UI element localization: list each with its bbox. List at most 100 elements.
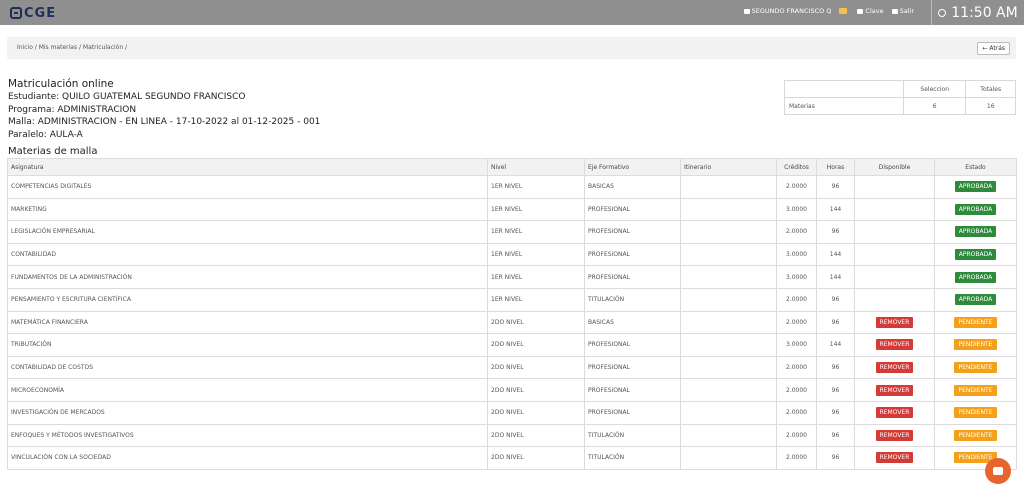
hours: 96 xyxy=(816,446,855,470)
level: 1ER NIVEL xyxy=(487,175,585,199)
breadcrumb[interactable]: Inicio / Mis materias / Matriculación / xyxy=(17,44,127,51)
status-badge: APROBADA xyxy=(954,294,997,306)
column-header: Eje Formativo xyxy=(584,158,681,176)
status-badge: APROBADA xyxy=(954,181,997,193)
disponible-cell: REMOVER xyxy=(854,446,935,470)
clave-link[interactable]: Clave xyxy=(857,7,884,15)
key-icon xyxy=(857,8,864,14)
status-cell: APROBADA xyxy=(934,220,1017,244)
breadcrumb-bar: Inicio / Mis materias / Matriculación / … xyxy=(7,37,1016,59)
power-icon xyxy=(891,8,898,14)
back-button[interactable]: ← Atrás xyxy=(977,42,1010,55)
hours: 96 xyxy=(816,378,855,402)
formative-axis: PROFESIONAL xyxy=(584,355,681,380)
logo[interactable]: CGE xyxy=(10,5,56,21)
table-header: Asignatura Nivel Eje Formativo Itinerario Cr… xyxy=(7,158,1017,176)
credits: 3.0000 xyxy=(776,265,817,289)
disponible-cell xyxy=(854,175,935,199)
table-row: VINCULACIÓN CON LA SOCIEDAD 2DO NIVEL TITU… xyxy=(7,446,1017,470)
clock-icon xyxy=(938,8,947,17)
disponible-cell: REMOVER xyxy=(854,423,935,448)
summary-table: Seleccion Totales Materias 6 16 xyxy=(784,80,1016,115)
credits: 2.0000 xyxy=(776,400,817,425)
status-badge: PENDIENTE xyxy=(954,429,997,441)
student-name: Estudiante: QUILO GUATEMAL SEGUNDO FRANC… xyxy=(8,92,246,102)
remove-button[interactable]: REMOVER xyxy=(875,407,914,419)
disponible-cell: REMOVER xyxy=(854,333,935,357)
table-row: MICROECONOMÍA 2DO NIVEL PROFESIONAL 2.0000 9… xyxy=(7,378,1017,402)
status-badge: PENDIENTE xyxy=(954,384,997,396)
credits: 2.0000 xyxy=(776,423,817,448)
remove-button[interactable]: REMOVER xyxy=(875,362,914,374)
itinerary xyxy=(680,287,777,312)
formative-axis: PROFESIONAL xyxy=(584,197,681,222)
status-badge: PENDIENTE xyxy=(954,339,997,351)
itinerary xyxy=(680,378,777,402)
clock-time: 11:50 AM xyxy=(951,4,1018,21)
column-header: Disponible xyxy=(854,158,935,176)
hours: 144 xyxy=(816,265,855,289)
malla: Malla: ADMINISTRACION - EN LINEA - 17-10… xyxy=(8,117,321,127)
subject-name: ENFOQUES Y MÉTODOS INVESTIGATIVOS xyxy=(7,423,488,448)
level: 2DO NIVEL xyxy=(487,310,585,335)
table-row: PENSAMIENTO Y ESCRITURA CIENTÍFICA 1ER NI… xyxy=(7,287,1017,312)
subject-name: CONTABILIDAD xyxy=(7,242,488,267)
disponible-cell xyxy=(854,242,935,267)
level: 1ER NIVEL xyxy=(487,287,585,312)
disponible-cell: REMOVER xyxy=(854,310,935,335)
subject-name: INVESTIGACIÓN DE MERCADOS xyxy=(7,400,488,425)
table-row: MATEMÁTICA FINANCIERA 2DO NIVEL BASICAS 2.0… xyxy=(7,310,1017,335)
clock: 11:50 AM xyxy=(931,0,1024,25)
credits: 2.0000 xyxy=(776,175,817,199)
subject-name: MARKETING xyxy=(7,197,488,222)
remove-button[interactable]: REMOVER xyxy=(875,452,914,464)
remove-button[interactable]: REMOVER xyxy=(875,339,914,351)
itinerary xyxy=(680,197,777,222)
subject-name: MATEMÁTICA FINANCIERA xyxy=(7,310,488,335)
table-row: ENFOQUES Y MÉTODOS INVESTIGATIVOS 2DO NIV… xyxy=(7,423,1017,448)
formative-axis: BASICAS xyxy=(584,310,681,335)
chat-button[interactable] xyxy=(985,458,1011,484)
subject-name: COMPETENCIAS DIGITALES xyxy=(7,175,488,199)
logo-icon xyxy=(10,7,22,19)
mail-icon[interactable] xyxy=(839,8,848,14)
table-row: CONTABILIDAD 1ER NIVEL PROFESIONAL 3.0000 14… xyxy=(7,242,1017,267)
disponible-cell xyxy=(854,265,935,289)
summary-total: 16 xyxy=(965,97,1016,115)
user-icon xyxy=(743,8,750,14)
remove-button[interactable]: REMOVER xyxy=(875,316,914,328)
remove-button[interactable]: REMOVER xyxy=(875,429,914,441)
formative-axis: PROFESIONAL xyxy=(584,265,681,289)
itinerary xyxy=(680,175,777,199)
itinerary xyxy=(680,446,777,470)
itinerary xyxy=(680,220,777,244)
formative-axis: TITULACIÓN xyxy=(584,423,681,448)
program: Programa: ADMINISTRACION xyxy=(8,104,137,115)
status-cell: PENDIENTE xyxy=(934,378,1017,402)
column-header: Nivel xyxy=(487,158,585,176)
table-row: MARKETING 1ER NIVEL PROFESIONAL 3.0000 144 AP… xyxy=(7,197,1017,222)
level: 2DO NIVEL xyxy=(487,333,585,357)
formative-axis: TITULACIÓN xyxy=(584,287,681,312)
formative-axis: PROFESIONAL xyxy=(584,220,681,244)
table-row: CONTABILIDAD DE COSTOS 2DO NIVEL PROFESION… xyxy=(7,355,1017,380)
remove-button[interactable]: REMOVER xyxy=(875,384,914,396)
level: 2DO NIVEL xyxy=(487,378,585,402)
hours: 96 xyxy=(816,175,855,199)
paralelo: Paralelo: AULA-A xyxy=(8,129,83,140)
subject-name: PENSAMIENTO Y ESCRITURA CIENTÍFICA xyxy=(7,287,488,312)
hours: 96 xyxy=(816,423,855,448)
column-header: Créditos xyxy=(776,158,817,176)
disponible-cell: REMOVER xyxy=(854,400,935,425)
disponible-cell: REMOVER xyxy=(854,355,935,380)
summary-header-selection: Seleccion xyxy=(902,80,967,98)
status-cell: APROBADA xyxy=(934,242,1017,267)
user-link[interactable]: SEGUNDO FRANCISCO Q xyxy=(743,7,831,15)
status-badge: APROBADA xyxy=(954,249,997,261)
summary-header-total: Totales xyxy=(965,80,1016,98)
salir-link[interactable]: Salir xyxy=(891,7,914,15)
user-menu: SEGUNDO FRANCISCO Q Clave Salir xyxy=(743,7,914,15)
status-cell: PENDIENTE xyxy=(934,400,1017,425)
itinerary xyxy=(680,265,777,289)
hours: 96 xyxy=(816,310,855,335)
